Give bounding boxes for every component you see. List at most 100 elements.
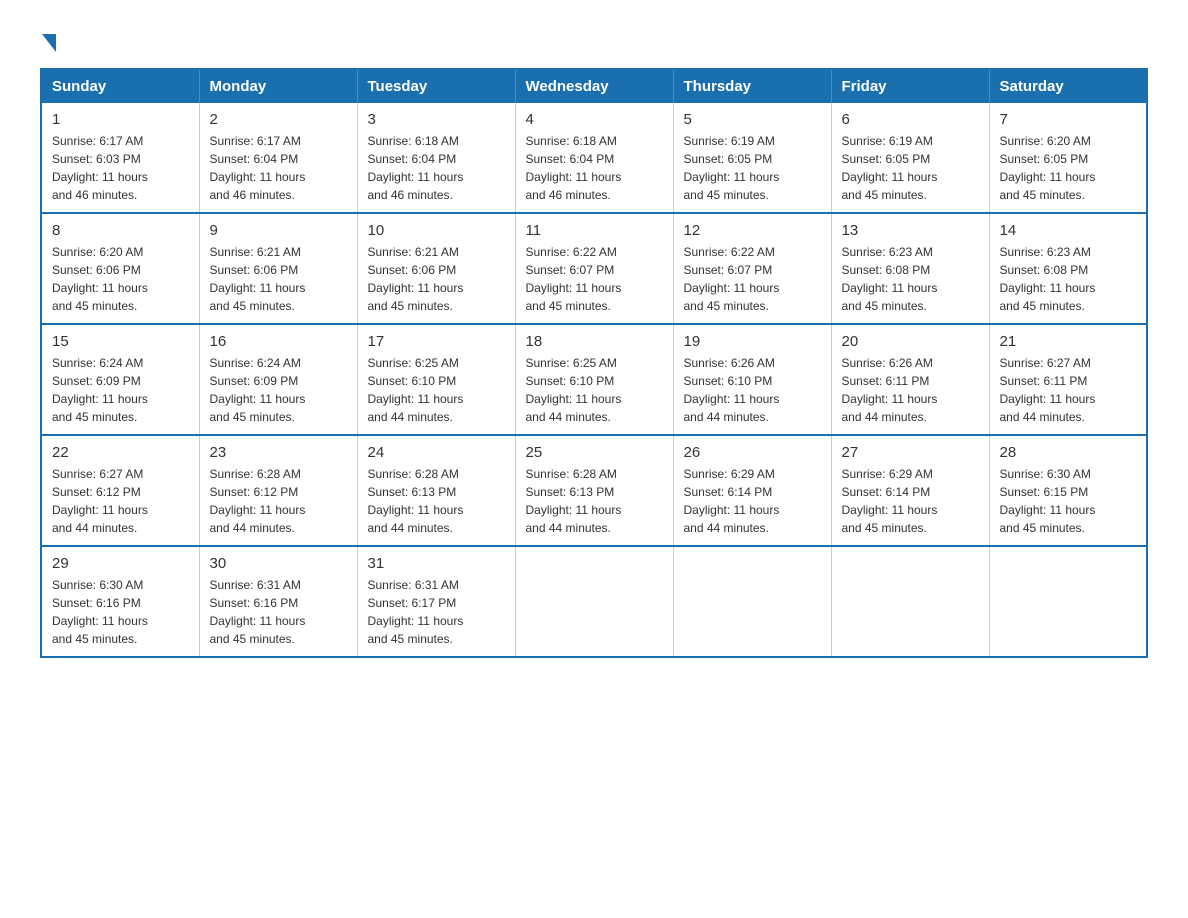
day-info: Sunrise: 6:23 AM Sunset: 6:08 PM Dayligh… — [1000, 243, 1137, 315]
day-info: Sunrise: 6:24 AM Sunset: 6:09 PM Dayligh… — [52, 354, 189, 426]
calendar-header-tuesday: Tuesday — [357, 69, 515, 103]
day-info: Sunrise: 6:20 AM Sunset: 6:05 PM Dayligh… — [1000, 132, 1137, 204]
day-info: Sunrise: 6:28 AM Sunset: 6:13 PM Dayligh… — [368, 465, 505, 537]
day-number: 22 — [52, 444, 189, 461]
calendar-cell: 7 Sunrise: 6:20 AM Sunset: 6:05 PM Dayli… — [989, 103, 1147, 213]
day-number: 4 — [526, 111, 663, 128]
calendar-cell: 27 Sunrise: 6:29 AM Sunset: 6:14 PM Dayl… — [831, 435, 989, 546]
day-info: Sunrise: 6:29 AM Sunset: 6:14 PM Dayligh… — [684, 465, 821, 537]
day-info: Sunrise: 6:25 AM Sunset: 6:10 PM Dayligh… — [368, 354, 505, 426]
calendar-cell: 30 Sunrise: 6:31 AM Sunset: 6:16 PM Dayl… — [199, 546, 357, 657]
logo-arrow-icon — [42, 34, 56, 52]
calendar-week-row: 8 Sunrise: 6:20 AM Sunset: 6:06 PM Dayli… — [41, 213, 1147, 324]
day-info: Sunrise: 6:29 AM Sunset: 6:14 PM Dayligh… — [842, 465, 979, 537]
calendar-cell: 14 Sunrise: 6:23 AM Sunset: 6:08 PM Dayl… — [989, 213, 1147, 324]
calendar-header-sunday: Sunday — [41, 69, 199, 103]
calendar-cell: 3 Sunrise: 6:18 AM Sunset: 6:04 PM Dayli… — [357, 103, 515, 213]
day-info: Sunrise: 6:17 AM Sunset: 6:04 PM Dayligh… — [210, 132, 347, 204]
calendar-cell: 21 Sunrise: 6:27 AM Sunset: 6:11 PM Dayl… — [989, 324, 1147, 435]
day-number: 29 — [52, 555, 189, 572]
calendar-cell: 5 Sunrise: 6:19 AM Sunset: 6:05 PM Dayli… — [673, 103, 831, 213]
day-info: Sunrise: 6:27 AM Sunset: 6:12 PM Dayligh… — [52, 465, 189, 537]
calendar-cell: 29 Sunrise: 6:30 AM Sunset: 6:16 PM Dayl… — [41, 546, 199, 657]
day-number: 11 — [526, 222, 663, 239]
day-number: 6 — [842, 111, 979, 128]
day-info: Sunrise: 6:22 AM Sunset: 6:07 PM Dayligh… — [684, 243, 821, 315]
day-number: 14 — [1000, 222, 1137, 239]
day-number: 2 — [210, 111, 347, 128]
calendar-week-row: 1 Sunrise: 6:17 AM Sunset: 6:03 PM Dayli… — [41, 103, 1147, 213]
day-info: Sunrise: 6:31 AM Sunset: 6:17 PM Dayligh… — [368, 576, 505, 648]
calendar-week-row: 15 Sunrise: 6:24 AM Sunset: 6:09 PM Dayl… — [41, 324, 1147, 435]
calendar-cell: 8 Sunrise: 6:20 AM Sunset: 6:06 PM Dayli… — [41, 213, 199, 324]
day-info: Sunrise: 6:30 AM Sunset: 6:15 PM Dayligh… — [1000, 465, 1137, 537]
calendar-cell — [515, 546, 673, 657]
calendar-header-thursday: Thursday — [673, 69, 831, 103]
day-number: 18 — [526, 333, 663, 350]
day-number: 23 — [210, 444, 347, 461]
day-info: Sunrise: 6:20 AM Sunset: 6:06 PM Dayligh… — [52, 243, 189, 315]
day-number: 25 — [526, 444, 663, 461]
day-number: 20 — [842, 333, 979, 350]
day-number: 19 — [684, 333, 821, 350]
day-number: 28 — [1000, 444, 1137, 461]
day-number: 15 — [52, 333, 189, 350]
calendar-cell: 18 Sunrise: 6:25 AM Sunset: 6:10 PM Dayl… — [515, 324, 673, 435]
day-number: 1 — [52, 111, 189, 128]
page-header — [40, 30, 1148, 48]
calendar-week-row: 22 Sunrise: 6:27 AM Sunset: 6:12 PM Dayl… — [41, 435, 1147, 546]
calendar-cell: 22 Sunrise: 6:27 AM Sunset: 6:12 PM Dayl… — [41, 435, 199, 546]
day-info: Sunrise: 6:18 AM Sunset: 6:04 PM Dayligh… — [526, 132, 663, 204]
day-number: 27 — [842, 444, 979, 461]
calendar-cell: 25 Sunrise: 6:28 AM Sunset: 6:13 PM Dayl… — [515, 435, 673, 546]
calendar-cell: 28 Sunrise: 6:30 AM Sunset: 6:15 PM Dayl… — [989, 435, 1147, 546]
day-info: Sunrise: 6:30 AM Sunset: 6:16 PM Dayligh… — [52, 576, 189, 648]
calendar-cell: 23 Sunrise: 6:28 AM Sunset: 6:12 PM Dayl… — [199, 435, 357, 546]
calendar-cell: 13 Sunrise: 6:23 AM Sunset: 6:08 PM Dayl… — [831, 213, 989, 324]
day-info: Sunrise: 6:26 AM Sunset: 6:11 PM Dayligh… — [842, 354, 979, 426]
day-number: 26 — [684, 444, 821, 461]
day-info: Sunrise: 6:27 AM Sunset: 6:11 PM Dayligh… — [1000, 354, 1137, 426]
calendar-cell — [673, 546, 831, 657]
day-info: Sunrise: 6:19 AM Sunset: 6:05 PM Dayligh… — [842, 132, 979, 204]
day-number: 31 — [368, 555, 505, 572]
day-number: 16 — [210, 333, 347, 350]
calendar-cell: 19 Sunrise: 6:26 AM Sunset: 6:10 PM Dayl… — [673, 324, 831, 435]
calendar-cell — [989, 546, 1147, 657]
day-number: 17 — [368, 333, 505, 350]
day-number: 5 — [684, 111, 821, 128]
calendar-cell: 9 Sunrise: 6:21 AM Sunset: 6:06 PM Dayli… — [199, 213, 357, 324]
calendar-header-wednesday: Wednesday — [515, 69, 673, 103]
calendar-cell: 17 Sunrise: 6:25 AM Sunset: 6:10 PM Dayl… — [357, 324, 515, 435]
calendar-cell: 4 Sunrise: 6:18 AM Sunset: 6:04 PM Dayli… — [515, 103, 673, 213]
logo — [40, 30, 56, 48]
day-number: 8 — [52, 222, 189, 239]
calendar-cell: 15 Sunrise: 6:24 AM Sunset: 6:09 PM Dayl… — [41, 324, 199, 435]
calendar-cell: 12 Sunrise: 6:22 AM Sunset: 6:07 PM Dayl… — [673, 213, 831, 324]
day-number: 7 — [1000, 111, 1137, 128]
calendar-cell: 10 Sunrise: 6:21 AM Sunset: 6:06 PM Dayl… — [357, 213, 515, 324]
day-number: 24 — [368, 444, 505, 461]
day-info: Sunrise: 6:31 AM Sunset: 6:16 PM Dayligh… — [210, 576, 347, 648]
calendar-week-row: 29 Sunrise: 6:30 AM Sunset: 6:16 PM Dayl… — [41, 546, 1147, 657]
day-info: Sunrise: 6:22 AM Sunset: 6:07 PM Dayligh… — [526, 243, 663, 315]
calendar-header-row: SundayMondayTuesdayWednesdayThursdayFrid… — [41, 69, 1147, 103]
day-number: 30 — [210, 555, 347, 572]
calendar-cell: 24 Sunrise: 6:28 AM Sunset: 6:13 PM Dayl… — [357, 435, 515, 546]
day-info: Sunrise: 6:26 AM Sunset: 6:10 PM Dayligh… — [684, 354, 821, 426]
calendar-cell: 16 Sunrise: 6:24 AM Sunset: 6:09 PM Dayl… — [199, 324, 357, 435]
day-number: 21 — [1000, 333, 1137, 350]
calendar-cell: 2 Sunrise: 6:17 AM Sunset: 6:04 PM Dayli… — [199, 103, 357, 213]
day-info: Sunrise: 6:17 AM Sunset: 6:03 PM Dayligh… — [52, 132, 189, 204]
calendar-cell: 11 Sunrise: 6:22 AM Sunset: 6:07 PM Dayl… — [515, 213, 673, 324]
calendar-cell: 1 Sunrise: 6:17 AM Sunset: 6:03 PM Dayli… — [41, 103, 199, 213]
calendar-cell: 6 Sunrise: 6:19 AM Sunset: 6:05 PM Dayli… — [831, 103, 989, 213]
day-info: Sunrise: 6:24 AM Sunset: 6:09 PM Dayligh… — [210, 354, 347, 426]
day-info: Sunrise: 6:23 AM Sunset: 6:08 PM Dayligh… — [842, 243, 979, 315]
calendar-table: SundayMondayTuesdayWednesdayThursdayFrid… — [40, 68, 1148, 658]
day-number: 10 — [368, 222, 505, 239]
day-info: Sunrise: 6:25 AM Sunset: 6:10 PM Dayligh… — [526, 354, 663, 426]
day-number: 9 — [210, 222, 347, 239]
day-info: Sunrise: 6:28 AM Sunset: 6:12 PM Dayligh… — [210, 465, 347, 537]
day-info: Sunrise: 6:18 AM Sunset: 6:04 PM Dayligh… — [368, 132, 505, 204]
